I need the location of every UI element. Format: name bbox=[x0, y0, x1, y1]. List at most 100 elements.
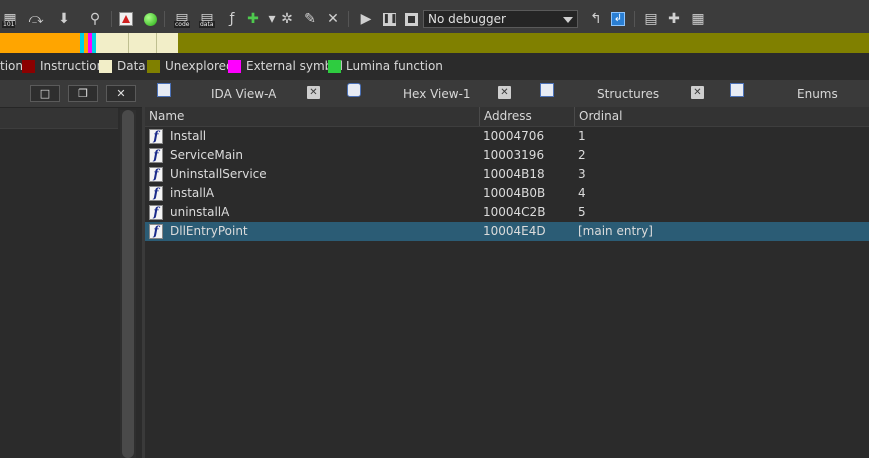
toolbar-separator bbox=[348, 11, 349, 27]
column-header-ordinal[interactable]: Ordinal bbox=[575, 107, 869, 126]
cell-name: uninstallA bbox=[170, 205, 230, 219]
function-icon: f bbox=[149, 129, 163, 144]
nav-segment-data bbox=[129, 33, 156, 53]
table-row[interactable]: f DllEntryPoint 10004E4D [main entry] bbox=[145, 222, 869, 241]
jump-icon[interactable]: ⤼ bbox=[26, 9, 46, 29]
tab-enums[interactable]: Enums bbox=[730, 80, 869, 107]
restore-icon: □ bbox=[39, 87, 51, 100]
legend-swatch bbox=[228, 59, 241, 73]
legend-swatch bbox=[147, 59, 160, 73]
legend-label: Unexplored bbox=[165, 59, 234, 73]
delete-icon[interactable]: ✕ bbox=[323, 9, 343, 29]
debugger-select-value: No debugger bbox=[428, 12, 506, 26]
add-function-icon[interactable]: ƒ bbox=[222, 9, 242, 29]
cell-name: ServiceMain bbox=[170, 148, 243, 162]
breakpoint-search-icon[interactable]: ⚲ bbox=[85, 9, 105, 29]
float-button[interactable]: ❐ bbox=[68, 85, 98, 102]
cell-ordinal: 1 bbox=[578, 129, 586, 143]
legend: tion Instruction Data Unexplored Externa… bbox=[0, 56, 869, 76]
function-icon: f bbox=[149, 224, 163, 239]
tab-bar: IDA View-A ✕ Hex View-1 ✕ Structures ✕ E… bbox=[145, 80, 869, 108]
cell-address: 10003196 bbox=[483, 148, 545, 162]
table-row[interactable]: f ServiceMain 10003196 2 bbox=[145, 146, 869, 165]
cell-address: 10004706 bbox=[483, 129, 545, 143]
cell-ordinal: 4 bbox=[578, 186, 586, 200]
cell-ordinal: [main entry] bbox=[578, 224, 653, 238]
table-row[interactable]: f UninstallService 10004B18 3 bbox=[145, 165, 869, 184]
table-header: Name Address Ordinal bbox=[145, 107, 869, 127]
legend-item: Instruction bbox=[22, 59, 104, 73]
cell-name: DllEntryPoint bbox=[170, 224, 248, 238]
chevron-down-icon[interactable] bbox=[563, 17, 573, 23]
column-header-address[interactable]: Address bbox=[480, 107, 575, 126]
debugger-select[interactable]: No debugger bbox=[423, 10, 578, 28]
step-into-icon[interactable]: ⬇ bbox=[54, 9, 74, 29]
add-icon[interactable]: ✚ bbox=[243, 9, 263, 29]
cell-name: UninstallService bbox=[170, 167, 267, 181]
cell-address: 10004B0B bbox=[483, 186, 546, 200]
legend-label: Lumina function bbox=[346, 59, 443, 73]
restore-button[interactable]: □ bbox=[30, 85, 60, 102]
hex-view-tab-icon bbox=[347, 83, 361, 97]
tab-label: Structures bbox=[597, 87, 660, 101]
tab-label: Hex View-1 bbox=[403, 87, 471, 101]
toolbar-separator bbox=[634, 11, 635, 27]
nav-segment-library bbox=[0, 33, 80, 53]
table-row[interactable]: f installA 10004B0B 4 bbox=[145, 184, 869, 203]
function-icon: f bbox=[149, 148, 163, 163]
green-dot-icon[interactable] bbox=[140, 9, 160, 29]
add-enum-icon[interactable]: ✚ bbox=[664, 9, 684, 29]
close-icon[interactable]: ✕ bbox=[498, 86, 511, 99]
exports-table: Name Address Ordinal f Install 10004706 1 f S… bbox=[145, 107, 869, 458]
nav-segment-data bbox=[157, 33, 178, 53]
navigation-band[interactable] bbox=[0, 33, 869, 53]
function-icon: f bbox=[149, 167, 163, 182]
data-icon[interactable]: ▤ data bbox=[197, 9, 217, 29]
column-header-name[interactable]: Name bbox=[145, 107, 480, 126]
cell-ordinal: 5 bbox=[578, 205, 586, 219]
legend-swatch bbox=[99, 59, 112, 73]
legend-swatch bbox=[22, 59, 35, 73]
left-pane-header: □ ❐ ✕ bbox=[0, 80, 145, 108]
table-row[interactable]: f uninstallA 10004C2B 5 bbox=[145, 203, 869, 222]
nav-segment-data bbox=[96, 33, 128, 53]
left-pane-scrollbar[interactable] bbox=[120, 110, 136, 458]
toolbar-separator bbox=[164, 11, 165, 27]
pause-icon[interactable]: ❚❚ bbox=[379, 9, 399, 29]
code-icon[interactable]: ▤ code bbox=[172, 9, 192, 29]
window-list-icon[interactable]: ▤ bbox=[641, 9, 661, 29]
play-icon[interactable]: ▶ bbox=[356, 9, 376, 29]
legend-item: External symbol bbox=[228, 59, 343, 73]
cell-ordinal: 2 bbox=[578, 148, 586, 162]
cell-address: 10004C2B bbox=[483, 205, 546, 219]
tab-hex-view-1[interactable]: Hex View-1 ✕ bbox=[343, 80, 518, 107]
star-icon[interactable]: ✲ bbox=[277, 9, 297, 29]
toolbar-separator bbox=[111, 11, 112, 27]
cell-address: 10004B18 bbox=[483, 167, 545, 181]
run-to-cursor-icon[interactable]: ↲ bbox=[608, 9, 628, 29]
cell-name: installA bbox=[170, 186, 215, 200]
enums-icon bbox=[730, 83, 744, 97]
cell-address: 10004E4D bbox=[483, 224, 546, 238]
tab-structures[interactable]: Structures ✕ bbox=[537, 80, 712, 107]
stop-icon[interactable] bbox=[401, 9, 421, 29]
close-button[interactable]: ✕ bbox=[106, 85, 136, 102]
left-pane-selected-row[interactable] bbox=[0, 108, 118, 129]
tab-label: IDA View-A bbox=[211, 87, 277, 101]
legend-swatch bbox=[328, 59, 341, 73]
close-icon[interactable]: ✕ bbox=[691, 86, 704, 99]
toolbar: ▦ 101 ⤼ ⬇ ⚲ ▤ code ▤ data ƒ ✚ ▾ ✲ ✎ ✕ ▶ ❚❚ … bbox=[0, 6, 869, 34]
edit-icon[interactable]: ✎ bbox=[300, 9, 320, 29]
legend-item: Unexplored bbox=[147, 59, 234, 73]
grid-icon[interactable]: ▦ bbox=[688, 9, 708, 29]
legend-item: Data bbox=[99, 59, 146, 73]
left-pane: □ ❐ ✕ bbox=[0, 80, 145, 458]
table-row[interactable]: f Install 10004706 1 bbox=[145, 127, 869, 146]
scrollbar-thumb[interactable] bbox=[122, 110, 134, 458]
close-icon[interactable]: ✕ bbox=[307, 86, 320, 99]
tab-ida-view-a[interactable]: IDA View-A ✕ bbox=[145, 80, 325, 107]
attach-process-icon[interactable]: ↰ bbox=[586, 9, 606, 29]
warning-icon[interactable] bbox=[116, 9, 136, 29]
hex-view-icon[interactable]: ▦ 101 bbox=[0, 9, 20, 29]
cell-name: Install bbox=[170, 129, 207, 143]
